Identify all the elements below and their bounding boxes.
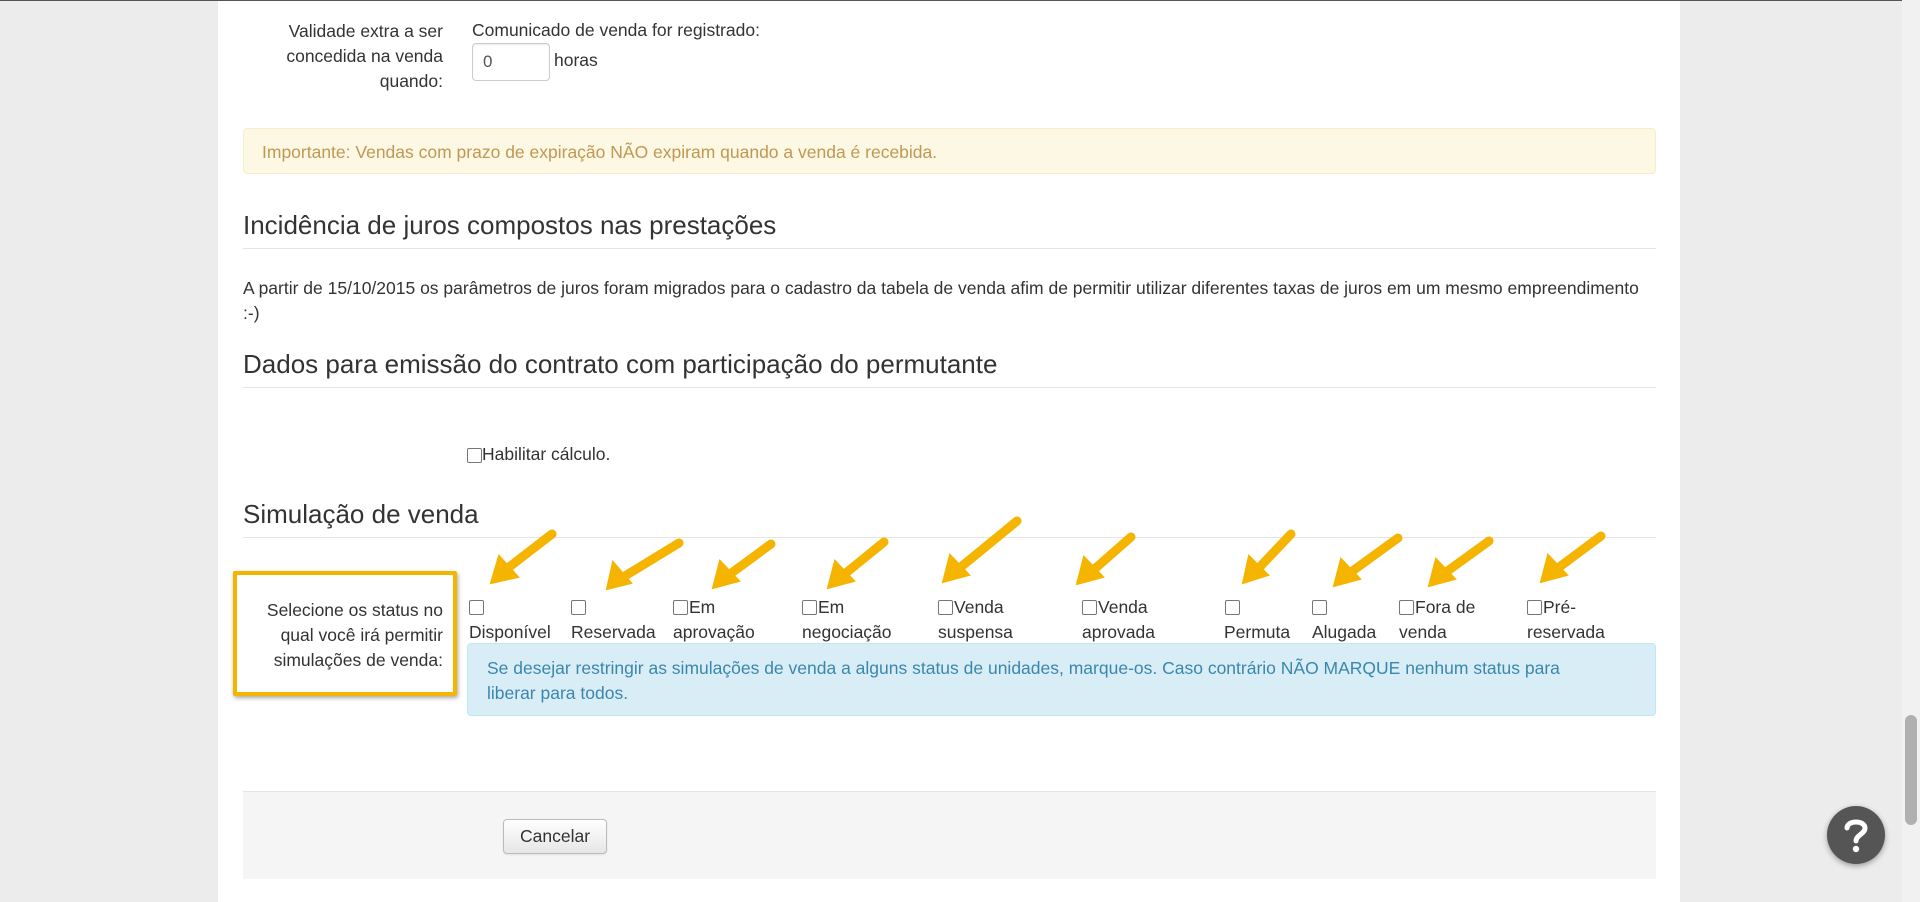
cancel-button[interactable]: Cancelar [503, 819, 608, 854]
status-checkbox[interactable] [469, 600, 484, 615]
status-label-line2: suspensa [938, 622, 1013, 642]
info-line2: liberar para todos. [487, 683, 629, 703]
status-checkbox[interactable] [1527, 600, 1542, 615]
enable-calc-row: Habilitar cálculo. [467, 442, 610, 467]
simulation-info-alert: Se desejar restringir as simulações de v… [467, 643, 1656, 716]
validity-label-line3: quando: [379, 71, 443, 91]
interest-text: A partir de 15/10/2015 os parâmetros de … [243, 276, 1643, 326]
interest-text-line2: :-) [243, 303, 260, 323]
status-label-line2: venda [1399, 622, 1447, 642]
interest-text-line1: A partir de 15/10/2015 os parâmetros de … [243, 278, 1639, 298]
page-content: Validade extra a ser concedida na venda … [218, 1, 1680, 902]
status-option-venda-suspensa[interactable]: Venda suspensa [938, 595, 1013, 645]
arrow-icon [826, 537, 889, 590]
annotation-highlight-box [233, 571, 457, 696]
status-checkbox[interactable] [802, 600, 817, 615]
warning-alert: Importante: Vendas com prazo de expiraçã… [243, 128, 1656, 174]
status-option-alugada[interactable]: Alugada [1312, 595, 1376, 645]
status-option-venda-aprovada[interactable]: Venda aprovada [1082, 595, 1155, 645]
status-label-line2: Permuta [1224, 622, 1291, 642]
status-label-line2: Reservada [571, 622, 656, 642]
hours-unit: horas [554, 50, 598, 70]
arrow-icon [1427, 536, 1494, 588]
status-label-line2: Alugada [1312, 622, 1377, 642]
contract-section-title: Dados para emissão do contrato com parti… [243, 349, 1656, 388]
validity-event-label: Comunicado de venda for registrado: [472, 20, 760, 40]
arrow-icon [1241, 529, 1296, 585]
enable-calc-checkbox[interactable] [467, 447, 482, 463]
status-checkbox[interactable] [673, 600, 688, 615]
simulation-section-title: Simulação de venda [243, 499, 1656, 538]
status-label-line2: Disponível [469, 622, 551, 642]
status-option-em-negociacao[interactable]: Em negociação [802, 595, 892, 645]
hours-input[interactable] [472, 43, 550, 81]
scrollbar-thumb[interactable] [1905, 715, 1917, 825]
arrow-icon [711, 539, 776, 590]
status-option-fora-de-venda[interactable]: Fora de venda [1399, 595, 1475, 645]
arrow-icon [1075, 532, 1136, 586]
enable-calc-label: Habilitar cálculo. [482, 444, 611, 464]
status-option-permuta[interactable]: Permuta [1224, 595, 1290, 645]
status-checkbox[interactable] [1225, 600, 1240, 615]
interest-section-title: Incidência de juros compostos nas presta… [243, 210, 1656, 249]
status-checkbox[interactable] [1082, 600, 1097, 615]
status-label-line2: aprovação [673, 622, 755, 642]
validity-label-line2: concedida na venda [286, 46, 443, 66]
status-label-line2: reservada [1527, 622, 1605, 642]
status-label-line2: aprovada [1082, 622, 1155, 642]
status-checkbox[interactable] [571, 600, 586, 615]
validity-label-line1: Validade extra a ser [288, 21, 443, 41]
status-checkbox[interactable] [938, 600, 953, 615]
status-checkbox[interactable] [1399, 600, 1414, 615]
status-option-pre-reservada[interactable]: Pré- reservada [1527, 595, 1605, 645]
arrow-icon [1332, 533, 1403, 588]
validity-label: Validade extra a ser concedida na venda … [248, 19, 443, 94]
help-button[interactable] [1827, 806, 1885, 864]
arrow-icon [489, 529, 557, 585]
arrow-icon [605, 538, 684, 591]
vertical-scrollbar[interactable] [1902, 0, 1920, 902]
status-option-disponivel[interactable]: Disponível [469, 595, 551, 645]
status-checkbox[interactable] [1312, 600, 1327, 615]
form-actions-bar: Cancelar [243, 791, 1656, 879]
info-line1: Se desejar restringir as simulações de v… [487, 658, 1560, 678]
question-mark-icon [1844, 819, 1868, 853]
status-option-reservada[interactable]: Reservada [571, 595, 656, 645]
arrow-icon [1539, 531, 1606, 584]
status-label-line2: negociação [802, 622, 892, 642]
status-option-em-aprovacao[interactable]: Em aprovação [673, 595, 755, 645]
